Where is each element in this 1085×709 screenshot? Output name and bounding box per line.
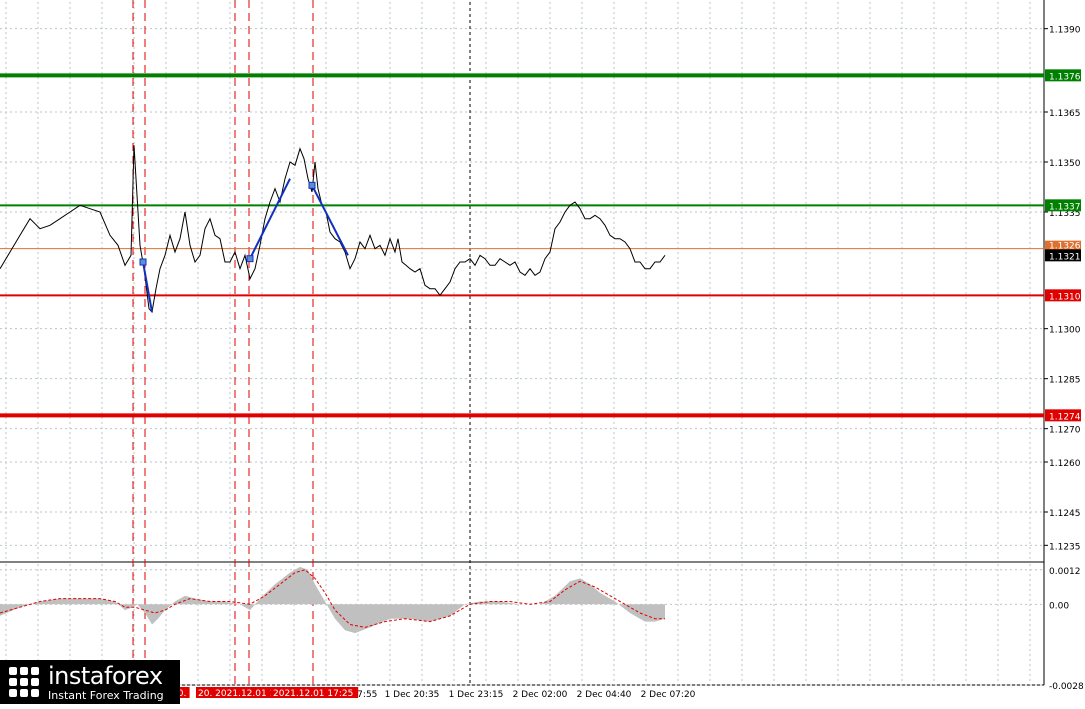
- signal-marker: [246, 255, 254, 263]
- price-tick-label: 1.1245: [1049, 509, 1081, 519]
- level-price-label: 1.1376: [1049, 72, 1081, 82]
- indicator-tick-label: 0.0012: [1049, 567, 1081, 577]
- signal-trend-line: [311, 184, 349, 256]
- time-axis-label: 2 Dec 02:00: [513, 690, 568, 700]
- price-line: [0, 145, 666, 314]
- logo-brand: instaforex: [48, 661, 163, 690]
- signal-marker: [308, 181, 316, 189]
- time-axis-label: 1 Dec 20:35: [385, 690, 440, 700]
- price-tick-label: 1.1300: [1049, 326, 1081, 336]
- event-time-label: 20. 2021.12.01 14: [198, 689, 281, 699]
- event-time-label: 2021.12.01 17:25: [273, 689, 353, 699]
- signal-trend-line: [142, 261, 153, 313]
- price-tick-label: 1.1235: [1049, 542, 1081, 552]
- time-axis-label: 1 Dec 23:15: [449, 690, 504, 700]
- signal-marker: [139, 258, 147, 266]
- time-axis-label: 2 Dec 07:20: [641, 690, 696, 700]
- level-price-label: 1.1310: [1049, 292, 1081, 302]
- instaforex-logo: instaforex Instant Forex Trading: [0, 660, 180, 704]
- price-chart-svg[interactable]: 1.13901.13651.13501.13351.13001.12851.12…: [0, 0, 1085, 705]
- price-tick-label: 1.1390: [1049, 26, 1081, 36]
- price-tick-label: 1.1350: [1049, 159, 1081, 169]
- indicator-histogram: [0, 566, 665, 634]
- indicator-tick-label: 0.00: [1049, 601, 1069, 611]
- level-price-label: 1.1337: [1049, 202, 1081, 212]
- indicator-tick-label: -0.0028: [1049, 682, 1084, 692]
- price-tick-label: 1.1270: [1049, 426, 1081, 436]
- price-tick-label: 1.1365: [1049, 109, 1081, 119]
- logo-icon: [6, 664, 42, 700]
- time-axis-label: 2 Dec 04:40: [577, 690, 632, 700]
- logo-tagline: Instant Forex Trading: [48, 688, 164, 702]
- trading-chart[interactable]: 1.1390 1.1365 1.1350 1.1335 1.1300 1.1285 1.12…: [0, 0, 1085, 705]
- price-tick-label: 1.1285: [1049, 376, 1081, 386]
- signal-trend-line: [249, 178, 291, 260]
- bid-price-label: 1.1321: [1049, 252, 1081, 262]
- level-price-label: 1.1274: [1049, 412, 1081, 422]
- price-tick-label: 1.1260: [1049, 459, 1081, 469]
